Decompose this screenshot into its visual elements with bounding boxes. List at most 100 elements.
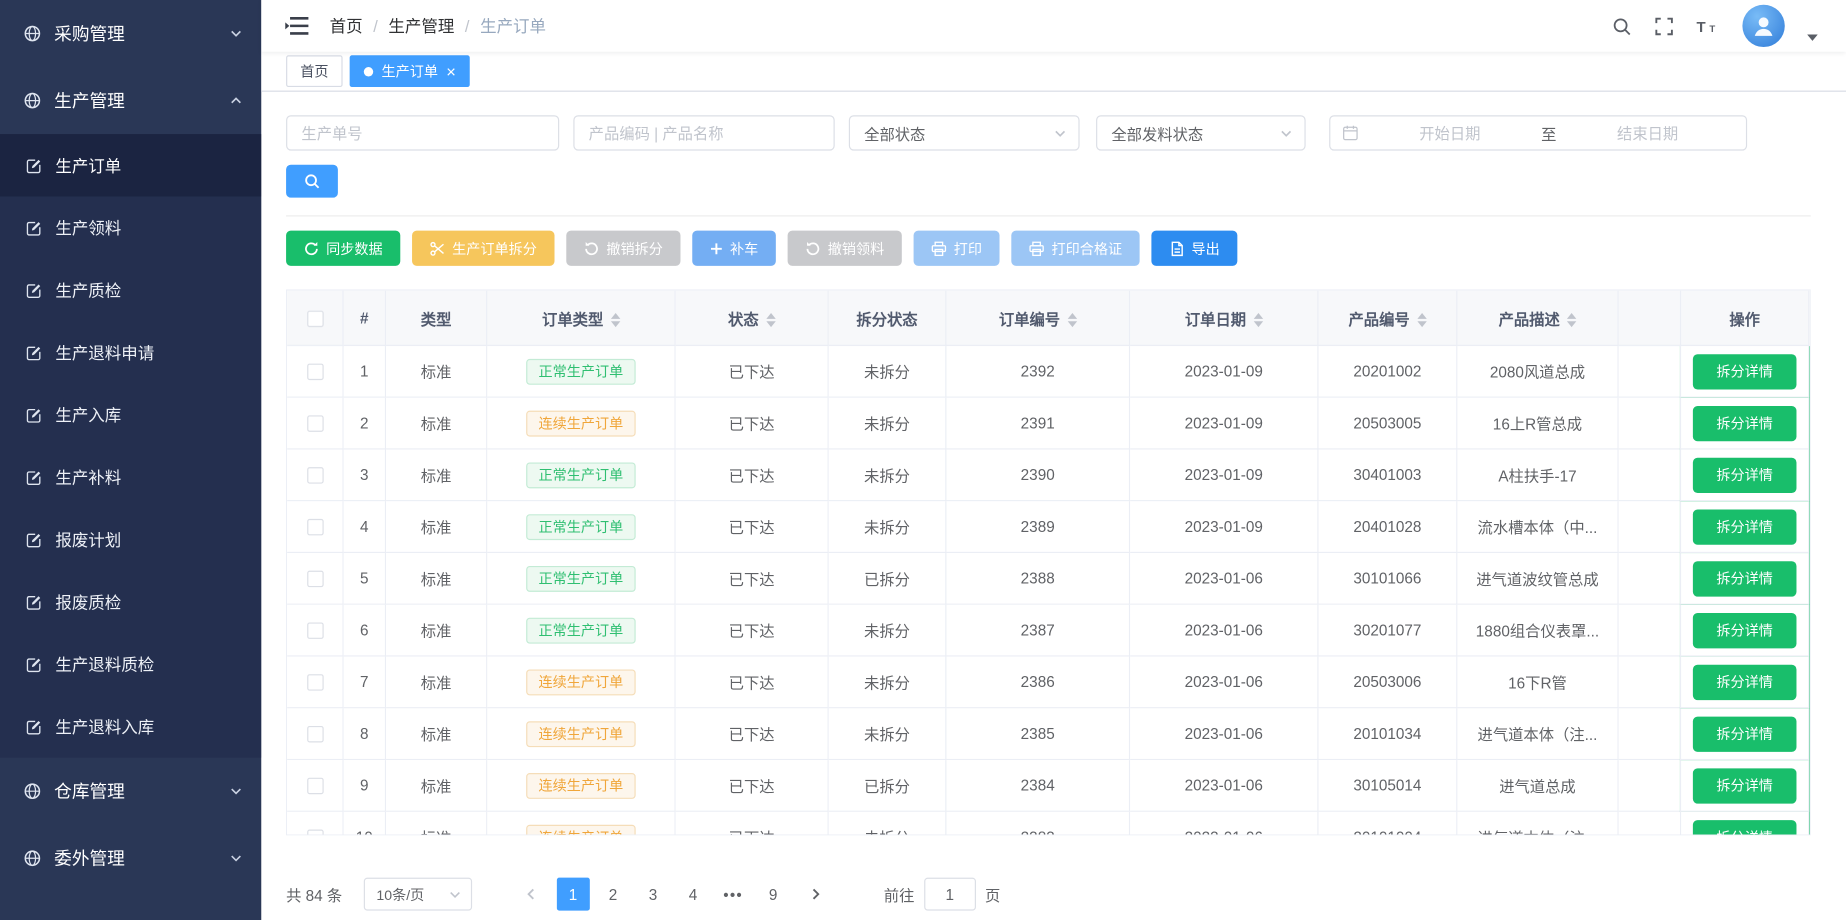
- orders-table-container[interactable]: #类型订单类型状态拆分状态订单编号订单日期产品编号产品描述操作 1标准正常生产订…: [286, 289, 1811, 835]
- page-button-2[interactable]: 2: [597, 878, 630, 911]
- sort-desc-icon[interactable]: [1567, 321, 1576, 327]
- breadcrumb-item-0[interactable]: 首页: [330, 14, 363, 38]
- production-order-no-input[interactable]: [286, 115, 559, 150]
- toolbar-button-2[interactable]: 撤销拆分: [566, 231, 680, 266]
- row-checkbox[interactable]: [307, 364, 323, 380]
- row-checkbox[interactable]: [307, 778, 323, 794]
- sidebar-item-1-3[interactable]: 生产退料申请: [0, 321, 261, 383]
- row-checkbox[interactable]: [307, 726, 323, 742]
- sidebar-item-1-9[interactable]: 生产退料入库: [0, 695, 261, 757]
- end-date-input[interactable]: [1561, 124, 1734, 142]
- date-range-picker[interactable]: 至: [1329, 115, 1747, 150]
- app-root: 采购管理生产管理生产订单生产领料生产质检生产退料申请生产入库生产补料报废计划报废…: [0, 0, 1846, 920]
- sidebar-item-1-2[interactable]: 生产质检: [0, 259, 261, 321]
- toolbar-button-4[interactable]: 撤销领料: [788, 231, 902, 266]
- edit-icon: [26, 594, 42, 610]
- toolbar-button-6[interactable]: 打印合格证: [1011, 231, 1139, 266]
- plus-icon: [710, 242, 723, 255]
- sidebar-group-3[interactable]: 委外管理: [0, 825, 261, 892]
- split-detail-button[interactable]: 拆分详情: [1693, 354, 1797, 389]
- prev-page-button[interactable]: [514, 878, 547, 911]
- sidebar-group-2[interactable]: 仓库管理: [0, 758, 261, 825]
- row-checkbox[interactable]: [307, 571, 323, 587]
- search-button[interactable]: [286, 165, 338, 198]
- column-header-order_no[interactable]: 订单编号: [947, 291, 1131, 346]
- search-icon[interactable]: [1612, 16, 1632, 36]
- split-detail-button[interactable]: 拆分详情: [1693, 561, 1797, 596]
- row-checkbox[interactable]: [307, 467, 323, 483]
- product-search-input[interactable]: [573, 115, 834, 150]
- cell-order-date: 2023-01-06: [1130, 553, 1318, 605]
- font-size-icon[interactable]: TT: [1696, 17, 1720, 35]
- split-detail-button[interactable]: 拆分详情: [1693, 716, 1797, 751]
- sort-desc-icon[interactable]: [1067, 321, 1076, 327]
- page-button-3[interactable]: 3: [637, 878, 670, 911]
- tab-1[interactable]: 生产订单×: [350, 55, 470, 87]
- sort-desc-icon[interactable]: [766, 321, 775, 327]
- select-all-checkbox[interactable]: [307, 310, 323, 326]
- page-button-4[interactable]: 4: [677, 878, 710, 911]
- tab-0[interactable]: 首页: [286, 55, 343, 87]
- sidebar-group-0[interactable]: 采购管理: [0, 0, 261, 67]
- caret-down-icon[interactable]: [1807, 34, 1818, 41]
- sort-asc-icon[interactable]: [610, 313, 619, 319]
- avatar[interactable]: [1742, 5, 1784, 47]
- split-detail-button[interactable]: 拆分详情: [1693, 509, 1797, 544]
- column-header-product_no[interactable]: 产品编号: [1319, 291, 1458, 346]
- split-detail-button[interactable]: 拆分详情: [1693, 457, 1797, 492]
- hamburger-menu-icon[interactable]: [285, 14, 309, 38]
- sidebar-item-1-1[interactable]: 生产领料: [0, 196, 261, 258]
- toolbar-button-7[interactable]: 导出: [1152, 231, 1238, 266]
- pager-ellipsis[interactable]: •••: [717, 885, 750, 903]
- page-button-9[interactable]: 9: [757, 878, 790, 911]
- split-detail-button[interactable]: 拆分详情: [1693, 664, 1797, 699]
- toolbar-button-1[interactable]: 生产订单拆分: [412, 231, 554, 266]
- sidebar-item-1-7[interactable]: 报废质检: [0, 571, 261, 633]
- column-header-order_type[interactable]: 订单类型: [487, 291, 675, 346]
- status-select[interactable]: 全部状态: [849, 115, 1080, 150]
- sort-asc-icon[interactable]: [1417, 313, 1426, 319]
- sort-asc-icon[interactable]: [766, 313, 775, 319]
- sort-asc-icon[interactable]: [1253, 313, 1262, 319]
- next-page-button[interactable]: [799, 878, 832, 911]
- row-checkbox[interactable]: [307, 830, 323, 836]
- split-detail-button[interactable]: 拆分详情: [1693, 405, 1797, 440]
- split-detail-button[interactable]: 拆分详情: [1693, 768, 1797, 803]
- sort-asc-icon[interactable]: [1067, 313, 1076, 319]
- sort-desc-icon[interactable]: [610, 321, 619, 327]
- cell-order-date: 2023-01-09: [1130, 449, 1318, 501]
- issue-status-select[interactable]: 全部发料状态: [1096, 115, 1306, 150]
- sort-desc-icon[interactable]: [1253, 321, 1262, 327]
- sidebar-group-1[interactable]: 生产管理: [0, 67, 261, 134]
- column-header-product_desc[interactable]: 产品描述: [1457, 291, 1618, 346]
- sidebar-item-1-8[interactable]: 生产退料质检: [0, 633, 261, 695]
- toolbar-button-0[interactable]: 同步数据: [286, 231, 400, 266]
- sidebar-item-1-6[interactable]: 报废计划: [0, 508, 261, 570]
- row-checkbox[interactable]: [307, 623, 323, 639]
- row-checkbox[interactable]: [307, 674, 323, 690]
- sidebar-item-1-0[interactable]: 生产订单: [0, 134, 261, 196]
- fullscreen-icon[interactable]: [1654, 16, 1674, 36]
- column-header-status[interactable]: 状态: [676, 291, 829, 346]
- toolbar-button-3[interactable]: 补车: [692, 231, 776, 266]
- split-detail-button[interactable]: 拆分详情: [1693, 819, 1797, 835]
- page-size-select[interactable]: 10条/页: [363, 878, 471, 911]
- column-header-label: #: [360, 309, 369, 327]
- sidebar-item-1-5[interactable]: 生产补料: [0, 446, 261, 508]
- start-date-input[interactable]: [1363, 124, 1536, 142]
- sort-asc-icon[interactable]: [1567, 313, 1576, 319]
- module-icon: [24, 25, 42, 43]
- page-button-1[interactable]: 1: [556, 878, 589, 911]
- row-checkbox[interactable]: [307, 519, 323, 535]
- toolbar-button-5[interactable]: 打印: [914, 231, 1000, 266]
- cell-action: 拆分详情: [1680, 708, 1810, 760]
- sort-desc-icon[interactable]: [1417, 321, 1426, 327]
- row-checkbox[interactable]: [307, 416, 323, 432]
- edit-icon: [26, 718, 42, 734]
- breadcrumb-item-1[interactable]: 生产管理: [388, 14, 454, 38]
- split-detail-button[interactable]: 拆分详情: [1693, 612, 1797, 647]
- tab-close-icon[interactable]: ×: [446, 63, 456, 79]
- sidebar-item-1-4[interactable]: 生产入库: [0, 384, 261, 446]
- column-header-order_date[interactable]: 订单日期: [1130, 291, 1318, 346]
- goto-page-input[interactable]: [924, 878, 976, 911]
